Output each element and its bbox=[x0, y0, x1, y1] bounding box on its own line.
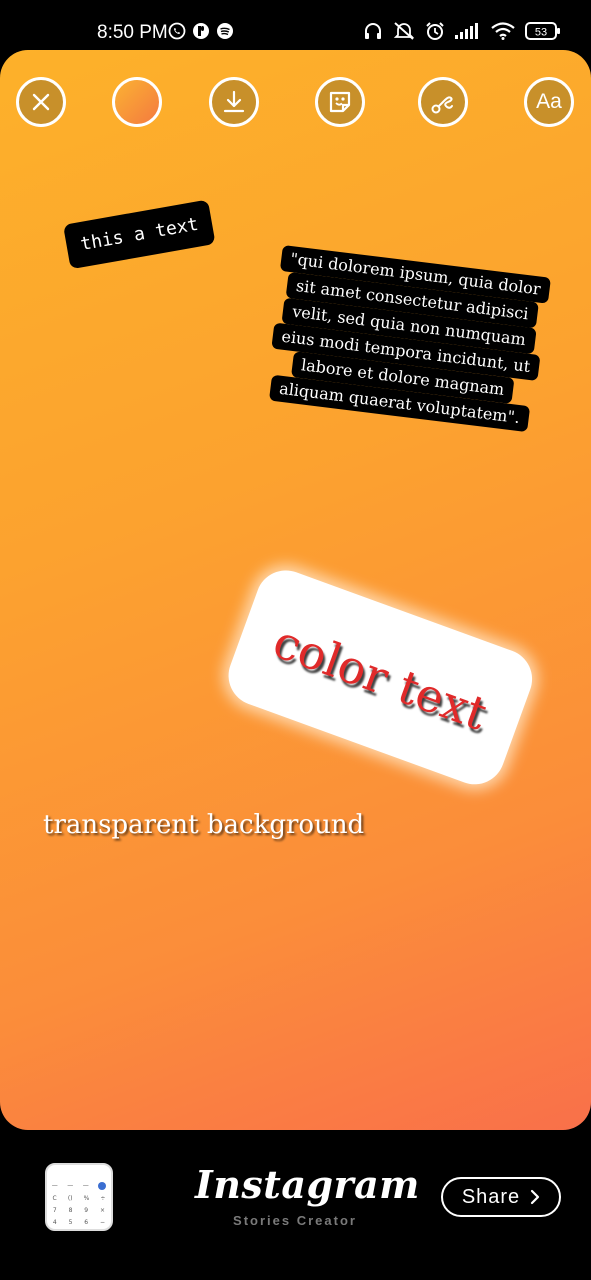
draw-button[interactable] bbox=[418, 77, 468, 127]
story-canvas[interactable]: Aa this a text "qui dolorem ipsum, quia … bbox=[0, 50, 591, 1130]
app-icon bbox=[192, 22, 210, 40]
share-label: Share bbox=[461, 1185, 521, 1208]
alarm-icon bbox=[425, 21, 445, 41]
color-picker-button[interactable] bbox=[112, 77, 162, 127]
color-text-sticker[interactable]: color text bbox=[220, 562, 541, 793]
text-sticker-small-label: this a text bbox=[78, 213, 200, 256]
battery-icon: 53 bbox=[525, 22, 561, 40]
whatsapp-icon bbox=[168, 22, 186, 40]
brand-subtitle: Stories Creator bbox=[233, 1213, 357, 1228]
text-tool-button[interactable]: Aa bbox=[524, 77, 574, 127]
text-sticker-small[interactable]: this a text bbox=[63, 199, 216, 270]
gallery-thumbnail[interactable]: — — — C()% ÷ 7 8 9 × 4 5 6− bbox=[45, 1163, 113, 1231]
wifi-icon bbox=[491, 22, 515, 40]
close-button[interactable] bbox=[16, 77, 66, 127]
chevron-right-icon bbox=[530, 1189, 540, 1205]
quote-text-sticker[interactable]: "qui dolorem ipsum, quia dolor sit amet … bbox=[264, 245, 551, 433]
status-time: 8:50 PM bbox=[97, 22, 168, 43]
download-button[interactable] bbox=[209, 77, 259, 127]
signal-icon bbox=[455, 23, 481, 39]
mute-icon bbox=[393, 21, 415, 41]
close-icon bbox=[31, 92, 51, 112]
headphones-icon bbox=[363, 21, 383, 41]
download-icon bbox=[221, 89, 247, 115]
status-left-icons bbox=[168, 22, 234, 40]
transparent-text-sticker[interactable]: transparent background bbox=[43, 810, 364, 840]
calculator-icon: — — — C()% ÷ 7 8 9 × 4 5 6− bbox=[51, 1182, 107, 1226]
bottom-bar: — — — C()% ÷ 7 8 9 × 4 5 6− Instagram Stories Cr… bbox=[0, 1130, 591, 1280]
text-tool-label: Aa bbox=[536, 90, 562, 113]
spotify-icon bbox=[216, 22, 234, 40]
battery-level: 53 bbox=[535, 27, 547, 39]
brand-logo: Instagram bbox=[195, 1162, 420, 1207]
draw-icon bbox=[429, 88, 457, 116]
status-right-icons: 53 bbox=[363, 21, 561, 41]
color-text-label: color text bbox=[266, 613, 495, 741]
share-button[interactable]: Share bbox=[441, 1177, 561, 1217]
sticker-button[interactable] bbox=[315, 77, 365, 127]
status-bar: 8:50 PM 53 bbox=[0, 0, 591, 50]
app-branding: Instagram Stories Creator bbox=[195, 1162, 420, 1228]
sticker-icon bbox=[326, 88, 354, 116]
